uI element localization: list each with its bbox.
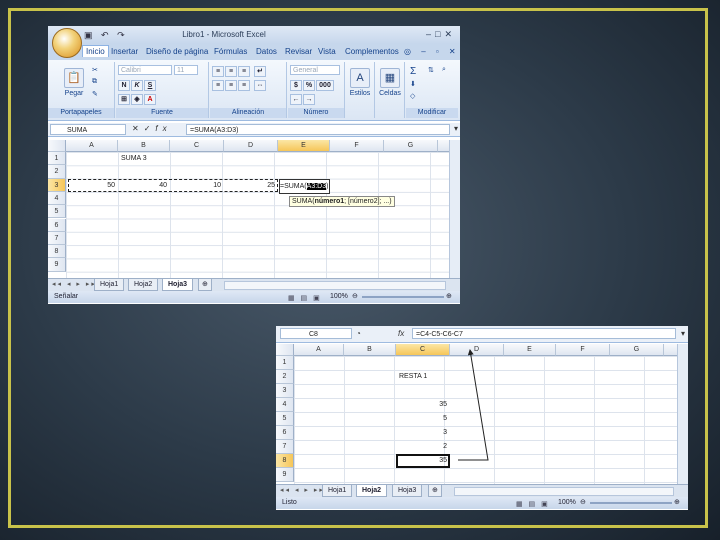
arrow-icon <box>458 349 489 461</box>
office-button-icon[interactable] <box>52 28 82 58</box>
annotation-overlay <box>458 349 489 461</box>
